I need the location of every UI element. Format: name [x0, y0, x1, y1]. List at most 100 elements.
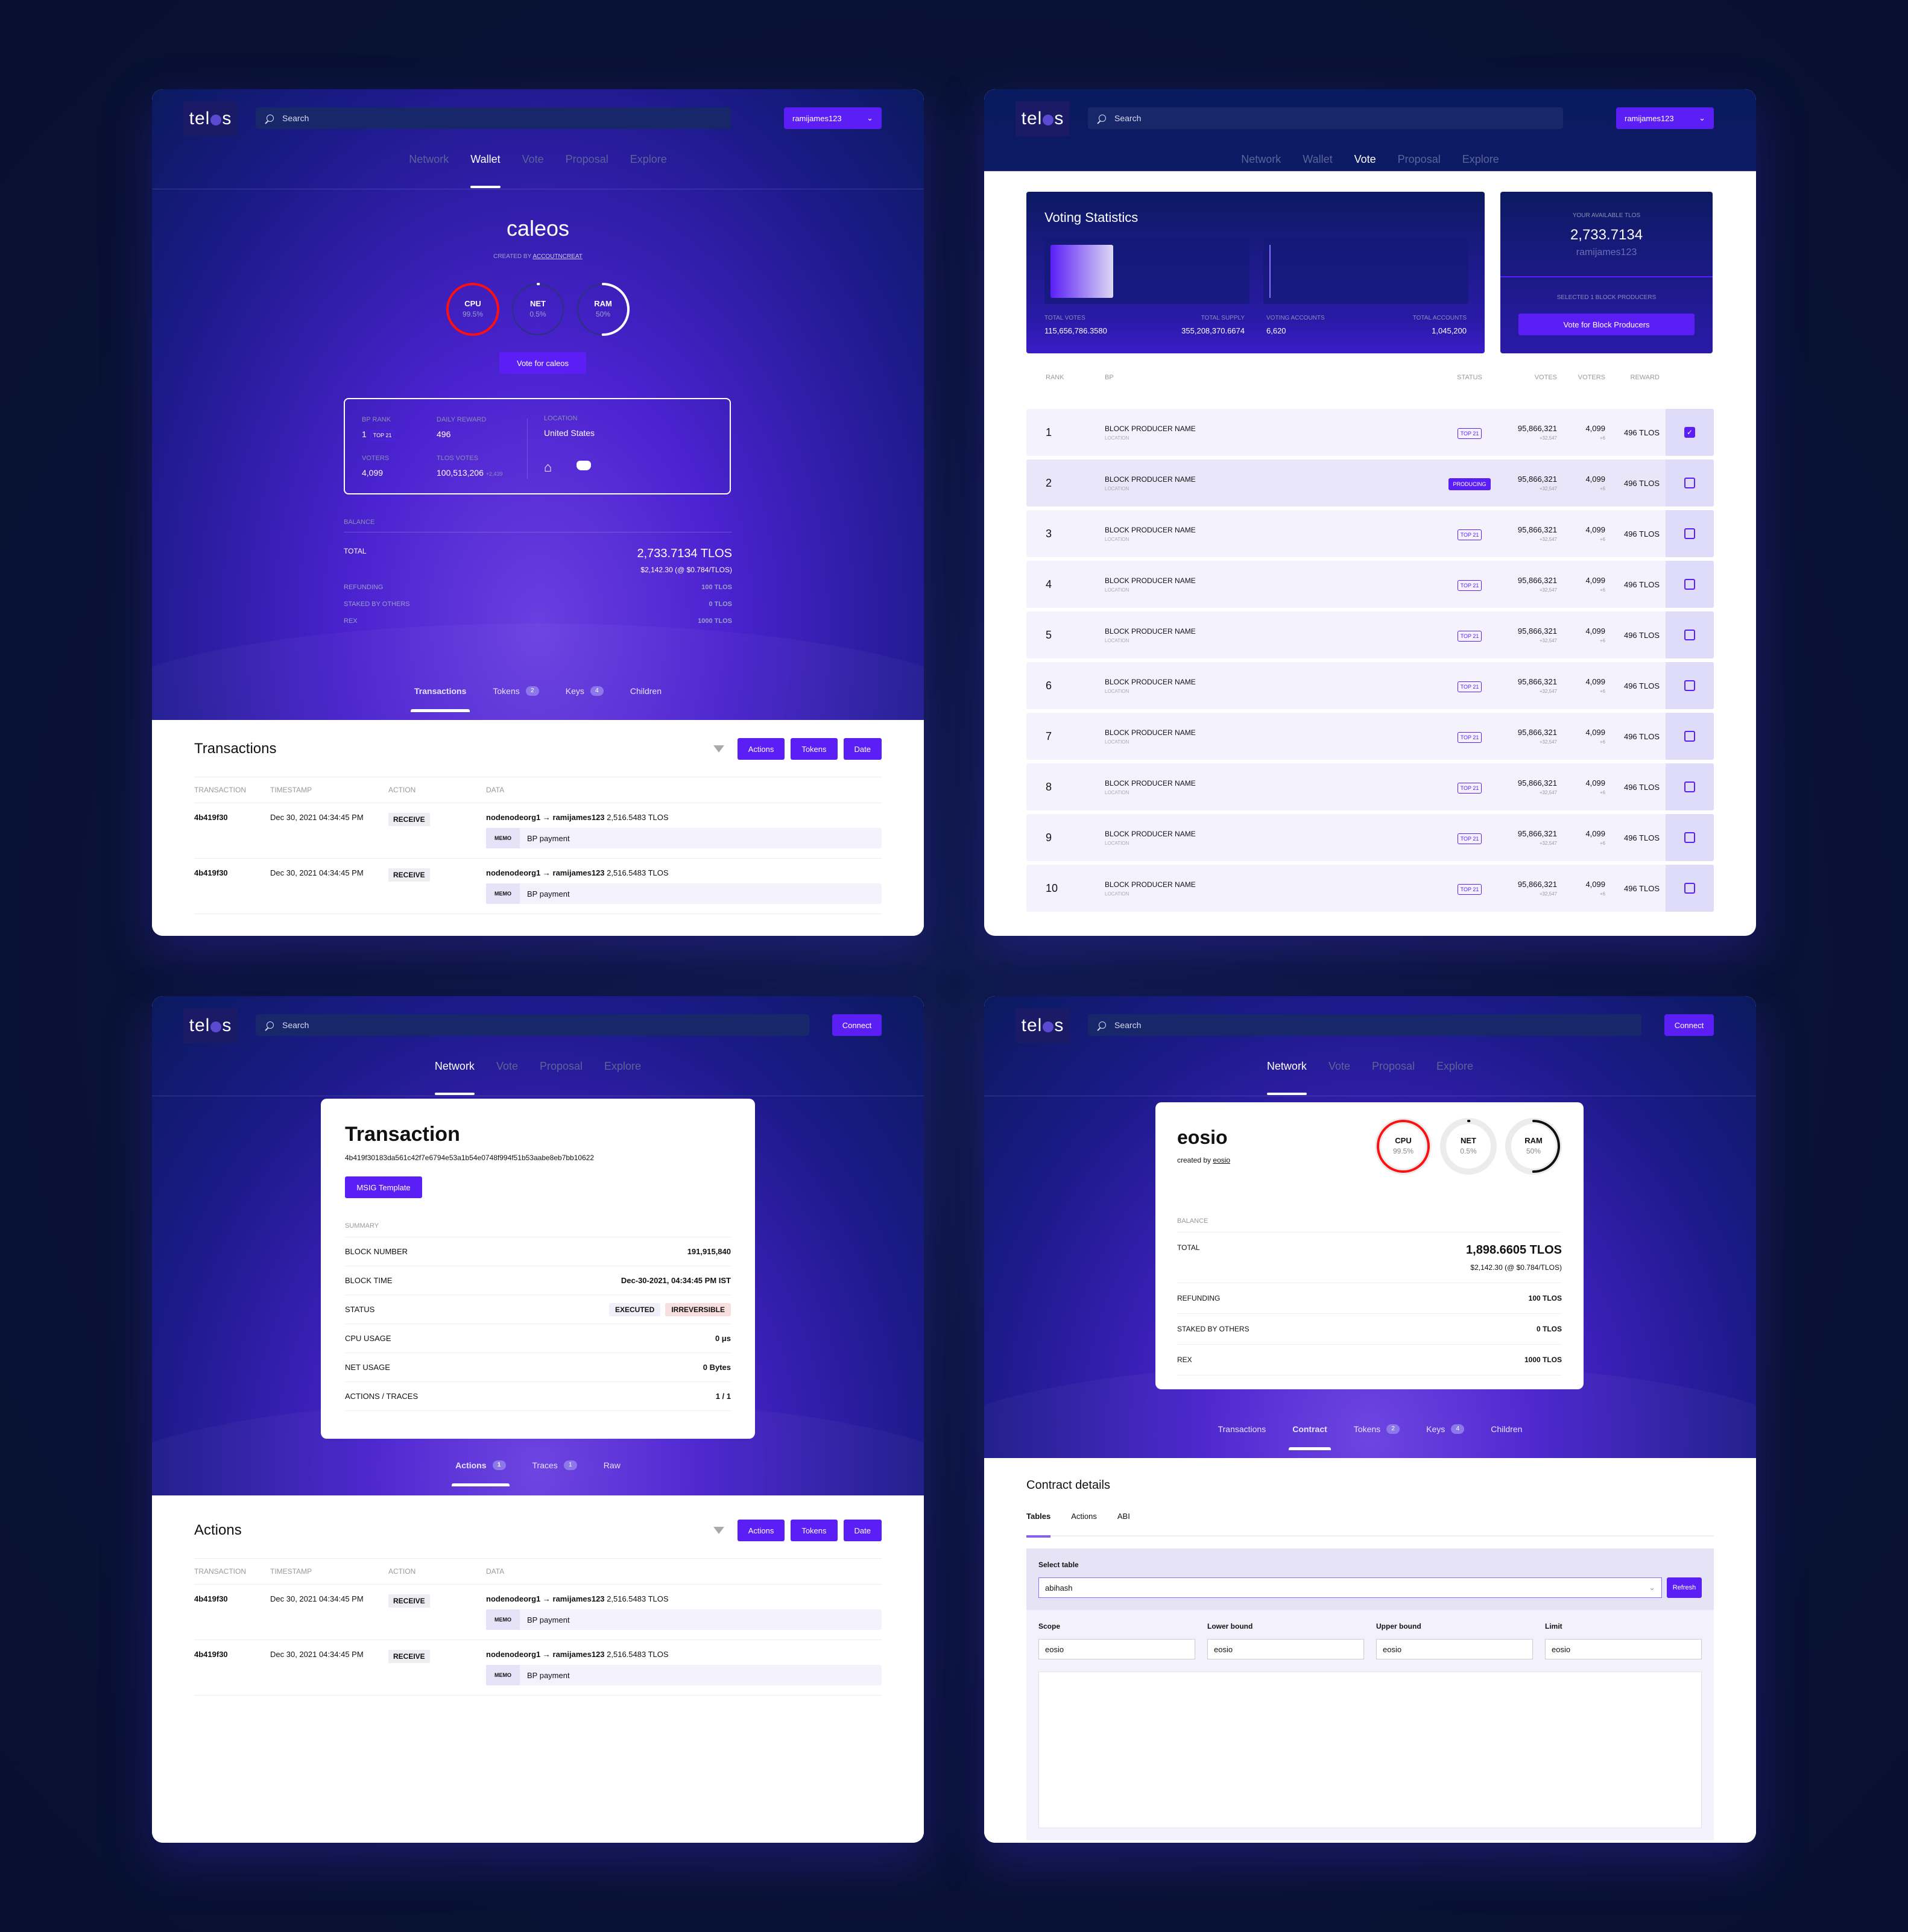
tab-transactions[interactable]: Transactions: [410, 686, 470, 712]
filter-tokens-button[interactable]: Tokens: [791, 1520, 838, 1541]
tab-contract[interactable]: Contract: [1289, 1424, 1331, 1450]
telos-logo[interactable]: tel s: [183, 1008, 238, 1043]
transaction-id[interactable]: 4b419f30: [194, 1650, 270, 1685]
connect-button[interactable]: Connect: [832, 1014, 882, 1036]
detail-tab-actions[interactable]: Actions: [1071, 1512, 1097, 1521]
tab-tokens[interactable]: Tokens 2: [1354, 1424, 1400, 1434]
creator-link[interactable]: ACCOUTNCREAT: [532, 253, 583, 260]
nav-vote[interactable]: Vote: [522, 153, 544, 187]
select-checkbox[interactable]: [1684, 528, 1695, 539]
nav-vote[interactable]: Vote: [496, 1060, 518, 1094]
tab-raw[interactable]: Raw: [604, 1460, 621, 1470]
bp-name[interactable]: BLOCK PRODUCER NAME: [1105, 576, 1442, 585]
to-account[interactable]: ramijames123: [553, 1650, 605, 1659]
nav-explore[interactable]: Explore: [1436, 1060, 1473, 1094]
from-account[interactable]: nodenodeorg1: [486, 1650, 540, 1659]
nav-proposal[interactable]: Proposal: [1398, 153, 1441, 187]
bp-row[interactable]: 8 BLOCK PRODUCER NAME LOCATION TOP 21 95,866…: [1026, 763, 1714, 810]
nav-explore[interactable]: Explore: [1462, 153, 1499, 187]
msig-template-button[interactable]: MSIG Template: [345, 1176, 422, 1198]
telos-logo[interactable]: tel s: [1016, 101, 1070, 136]
filter-tokens-button[interactable]: Tokens: [791, 738, 838, 760]
nav-vote[interactable]: Vote: [1328, 1060, 1350, 1094]
tab-actions[interactable]: Actions 1: [452, 1460, 510, 1486]
to-account[interactable]: ramijames123: [553, 1594, 605, 1603]
nav-proposal[interactable]: Proposal: [566, 153, 608, 187]
bp-name[interactable]: BLOCK PRODUCER NAME: [1105, 475, 1442, 484]
from-account[interactable]: nodenodeorg1: [486, 868, 540, 877]
bp-row[interactable]: 10 BLOCK PRODUCER NAME LOCATION TOP 21 95,86…: [1026, 865, 1714, 912]
filter-actions-button[interactable]: Actions: [737, 1520, 785, 1541]
search-input[interactable]: Search: [1088, 107, 1563, 129]
account-dropdown[interactable]: ramijames123 ⌄: [784, 107, 882, 129]
bp-name[interactable]: BLOCK PRODUCER NAME: [1105, 678, 1442, 686]
bp-row[interactable]: 4 BLOCK PRODUCER NAME LOCATION TOP 21 95,866…: [1026, 561, 1714, 608]
bp-row[interactable]: 2 BLOCK PRODUCER NAME LOCATION PRODUCING 95,…: [1026, 459, 1714, 507]
select-checkbox[interactable]: [1684, 680, 1695, 691]
transaction-id[interactable]: 4b419f30: [194, 813, 270, 848]
search-input[interactable]: Search: [256, 107, 731, 129]
field-input[interactable]: eosio: [1207, 1639, 1364, 1659]
detail-tab-tables[interactable]: Tables: [1026, 1512, 1051, 1538]
search-input[interactable]: Search: [1088, 1014, 1641, 1036]
to-account[interactable]: ramijames123: [553, 813, 605, 822]
nav-explore[interactable]: Explore: [630, 153, 667, 187]
bp-name[interactable]: BLOCK PRODUCER NAME: [1105, 425, 1442, 433]
nav-wallet[interactable]: Wallet: [470, 153, 501, 188]
field-input[interactable]: eosio: [1038, 1639, 1195, 1659]
select-checkbox[interactable]: [1684, 731, 1695, 742]
transaction-id[interactable]: 4b419f30: [194, 868, 270, 904]
bp-row[interactable]: 9 BLOCK PRODUCER NAME LOCATION TOP 21 95,866…: [1026, 814, 1714, 861]
field-input[interactable]: eosio: [1545, 1639, 1702, 1659]
nav-network[interactable]: Network: [409, 153, 449, 187]
filter-date-button[interactable]: Date: [843, 738, 882, 760]
from-account[interactable]: nodenodeorg1: [486, 1594, 540, 1603]
telos-logo[interactable]: tel s: [1016, 1008, 1070, 1043]
bp-row[interactable]: 3 BLOCK PRODUCER NAME LOCATION TOP 21 95,866…: [1026, 510, 1714, 557]
select-checkbox[interactable]: [1684, 781, 1695, 792]
select-checkbox[interactable]: ✓: [1684, 427, 1695, 438]
select-checkbox[interactable]: [1684, 832, 1695, 843]
select-checkbox[interactable]: [1684, 630, 1695, 640]
bp-row[interactable]: 1 BLOCK PRODUCER NAME LOCATION TOP 21 95,866…: [1026, 409, 1714, 456]
detail-tab-abi[interactable]: ABI: [1117, 1512, 1130, 1521]
bp-row[interactable]: 5 BLOCK PRODUCER NAME LOCATION TOP 21 95,866…: [1026, 611, 1714, 658]
bp-name[interactable]: BLOCK PRODUCER NAME: [1105, 880, 1442, 889]
filter-date-button[interactable]: Date: [843, 1520, 882, 1541]
nav-network[interactable]: Network: [1266, 1060, 1307, 1095]
bp-name[interactable]: BLOCK PRODUCER NAME: [1105, 728, 1442, 737]
field-input[interactable]: eosio: [1376, 1639, 1533, 1659]
creator-link[interactable]: eosio: [1213, 1156, 1230, 1164]
home-icon[interactable]: ⌂: [544, 459, 552, 475]
nav-proposal[interactable]: Proposal: [540, 1060, 583, 1094]
select-checkbox[interactable]: [1684, 883, 1695, 894]
transaction-id[interactable]: 4b419f30: [194, 1594, 270, 1630]
tab-traces[interactable]: Traces 1: [532, 1460, 577, 1470]
nav-network[interactable]: Network: [1241, 153, 1281, 187]
bp-name[interactable]: BLOCK PRODUCER NAME: [1105, 830, 1442, 838]
select-checkbox[interactable]: [1684, 579, 1695, 590]
discord-icon[interactable]: [577, 461, 591, 470]
connect-button[interactable]: Connect: [1664, 1014, 1714, 1036]
table-select[interactable]: abihash ⌄: [1038, 1577, 1662, 1598]
filter-actions-button[interactable]: Actions: [737, 738, 785, 760]
tab-children[interactable]: Children: [1491, 1424, 1522, 1434]
from-account[interactable]: nodenodeorg1: [486, 813, 540, 822]
nav-network[interactable]: Network: [434, 1060, 475, 1095]
nav-vote[interactable]: Vote: [1354, 153, 1376, 188]
tab-keys[interactable]: Keys 4: [566, 686, 604, 696]
nav-explore[interactable]: Explore: [604, 1060, 641, 1094]
nav-wallet[interactable]: Wallet: [1303, 153, 1332, 187]
nav-proposal[interactable]: Proposal: [1372, 1060, 1415, 1094]
bp-name[interactable]: BLOCK PRODUCER NAME: [1105, 526, 1442, 534]
tab-keys[interactable]: Keys 4: [1426, 1424, 1465, 1434]
telos-logo[interactable]: tel s: [183, 101, 238, 136]
vote-for-bps-button[interactable]: Vote for Block Producers: [1518, 314, 1695, 335]
tab-tokens[interactable]: Tokens 2: [493, 686, 539, 696]
search-input[interactable]: Search: [256, 1014, 809, 1036]
bp-row[interactable]: 7 BLOCK PRODUCER NAME LOCATION TOP 21 95,866…: [1026, 713, 1714, 760]
bp-row[interactable]: 6 BLOCK PRODUCER NAME LOCATION TOP 21 95,866…: [1026, 662, 1714, 709]
bp-name[interactable]: BLOCK PRODUCER NAME: [1105, 779, 1442, 788]
tab-children[interactable]: Children: [630, 686, 662, 696]
refresh-button[interactable]: Refresh: [1667, 1577, 1702, 1598]
